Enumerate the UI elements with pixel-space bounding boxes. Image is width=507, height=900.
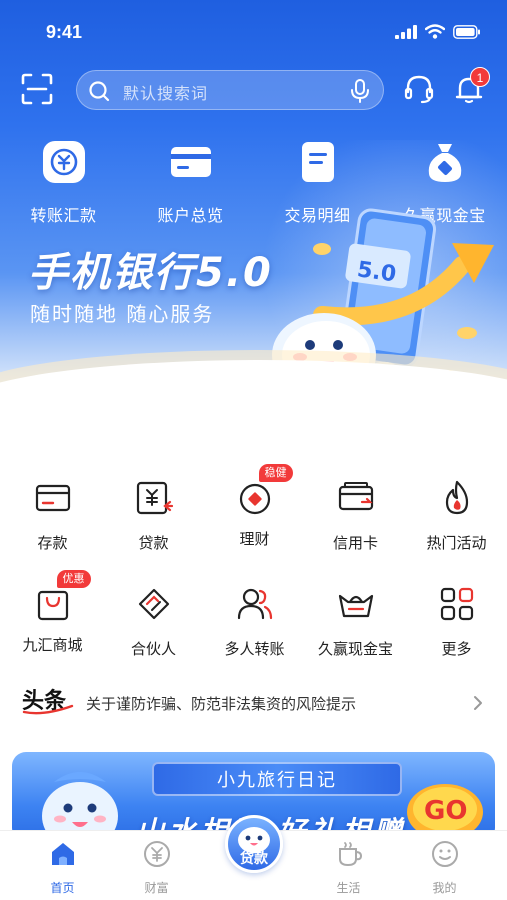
transfer-icon [42,141,85,183]
tab-label: 贷款 [240,851,268,867]
card-icon [170,147,211,177]
menu-mall[interactable]: 优惠 九汇商城 [2,570,103,655]
mall-icon-wrap: 优惠 [33,570,91,624]
document-icon [301,142,334,182]
banner-title[interactable]: 手机银行5.0 [28,240,273,298]
menu-partner[interactable]: 合伙人 [103,584,204,659]
people-icon [237,588,272,620]
menu-label: 信用卡 [332,534,378,552]
grid-icon [440,587,473,621]
tab-label: 我的 [432,881,457,895]
menu-more[interactable]: 更多 [406,584,507,659]
menu-tag: 优惠 [56,570,91,588]
menu-label: 多人转账 [224,640,285,658]
flame-icon [445,480,468,515]
menu-loan[interactable]: 贷款 [103,478,204,553]
status-bar: 9:41 [0,0,507,60]
credit-card-icon [338,482,373,511]
tab-wealth[interactable]: 财富 [106,839,207,896]
menu-multi-transfer[interactable]: 多人转账 [204,584,305,659]
status-icons [395,24,481,39]
loan-icon [136,481,173,515]
handshake-icon [138,588,169,620]
money-bag-icon [428,144,461,182]
go-text: GO [424,796,467,826]
menu-deposit[interactable]: 存款 [2,478,103,553]
notification-badge: 1 [470,67,490,87]
menu-cash-treasure[interactable]: 久赢现金宝 [305,584,406,659]
menu-label: 九汇商城 [22,636,83,654]
search-input[interactable]: 默认搜索词 [76,70,384,110]
shopping-bag-icon [37,590,68,621]
tab-home[interactable]: 首页 [12,839,113,896]
hero-header: 9:41 默认搜索词 1 转账汇款 账户总览 交易明细 久赢现金宝 手机银行5.… [0,0,507,420]
menu-row-1: 存款 贷款 稳健 理财 信用卡 热门活动 [0,464,507,568]
quick-transfer[interactable]: 转账汇款 [0,138,127,226]
home-icon [51,843,74,865]
chevron-right-icon [474,696,482,710]
quick-label: 转账汇款 [30,206,97,225]
news-ticker[interactable]: 头条 关于谨防诈骗、防范非法集资的风险提示 [0,682,507,724]
tab-loan-button[interactable]: 贷款 [225,815,283,873]
customer-service-icon[interactable] [402,72,436,106]
tab-label: 首页 [50,881,75,895]
cup-icon [338,842,362,867]
tab-label: 财富 [144,881,169,895]
signal-icon [395,24,417,39]
smile-icon [431,841,458,867]
quick-account-overview[interactable]: 账户总览 [127,138,254,226]
menu-wealth[interactable]: 稳健 理财 [204,464,305,549]
promo-ribbon: 小九旅行日记 [152,762,402,796]
deposit-icon [35,484,70,512]
news-text: 关于谨防诈骗、防范非法集资的风险提示 [86,695,357,713]
ingot-icon [338,594,373,618]
microphone-icon[interactable] [349,78,371,104]
menu-label: 合伙人 [130,640,176,658]
menu-label: 更多 [441,640,472,658]
menu-row-2: 优惠 九汇商城 合伙人 多人转账 久赢现金宝 更多 [0,570,507,674]
menu-label: 久赢现金宝 [317,640,393,658]
yen-coin-icon [143,841,170,867]
battery-icon [453,24,480,39]
menu-tag: 稳健 [258,464,293,482]
wealth-icon-wrap: 稳健 [235,464,293,518]
tab-life[interactable]: 生活 [298,839,399,896]
menu-label: 热门活动 [426,534,487,552]
search-icon [89,81,110,102]
hero-wave [0,360,507,420]
tab-me[interactable]: 我的 [394,839,495,896]
banner-subtitle: 随时随地 随心服务 [30,302,215,326]
wifi-icon [425,24,445,39]
status-time: 9:41 [46,22,83,42]
menu-credit-card[interactable]: 信用卡 [305,478,406,553]
headline-logo: 头条 [22,688,74,715]
wealth-icon [239,483,270,515]
bottom-tab-bar: 首页 财富 贷款 生活 我的 [0,815,507,900]
menu-label: 理财 [239,530,270,548]
tab-label: 生活 [336,881,361,895]
quick-label: 账户总览 [157,206,224,225]
menu-hot-events[interactable]: 热门活动 [406,478,507,553]
scan-icon[interactable] [20,72,54,106]
search-placeholder: 默认搜索词 [123,84,209,103]
menu-label: 存款 [37,534,68,552]
menu-label: 贷款 [138,534,169,552]
